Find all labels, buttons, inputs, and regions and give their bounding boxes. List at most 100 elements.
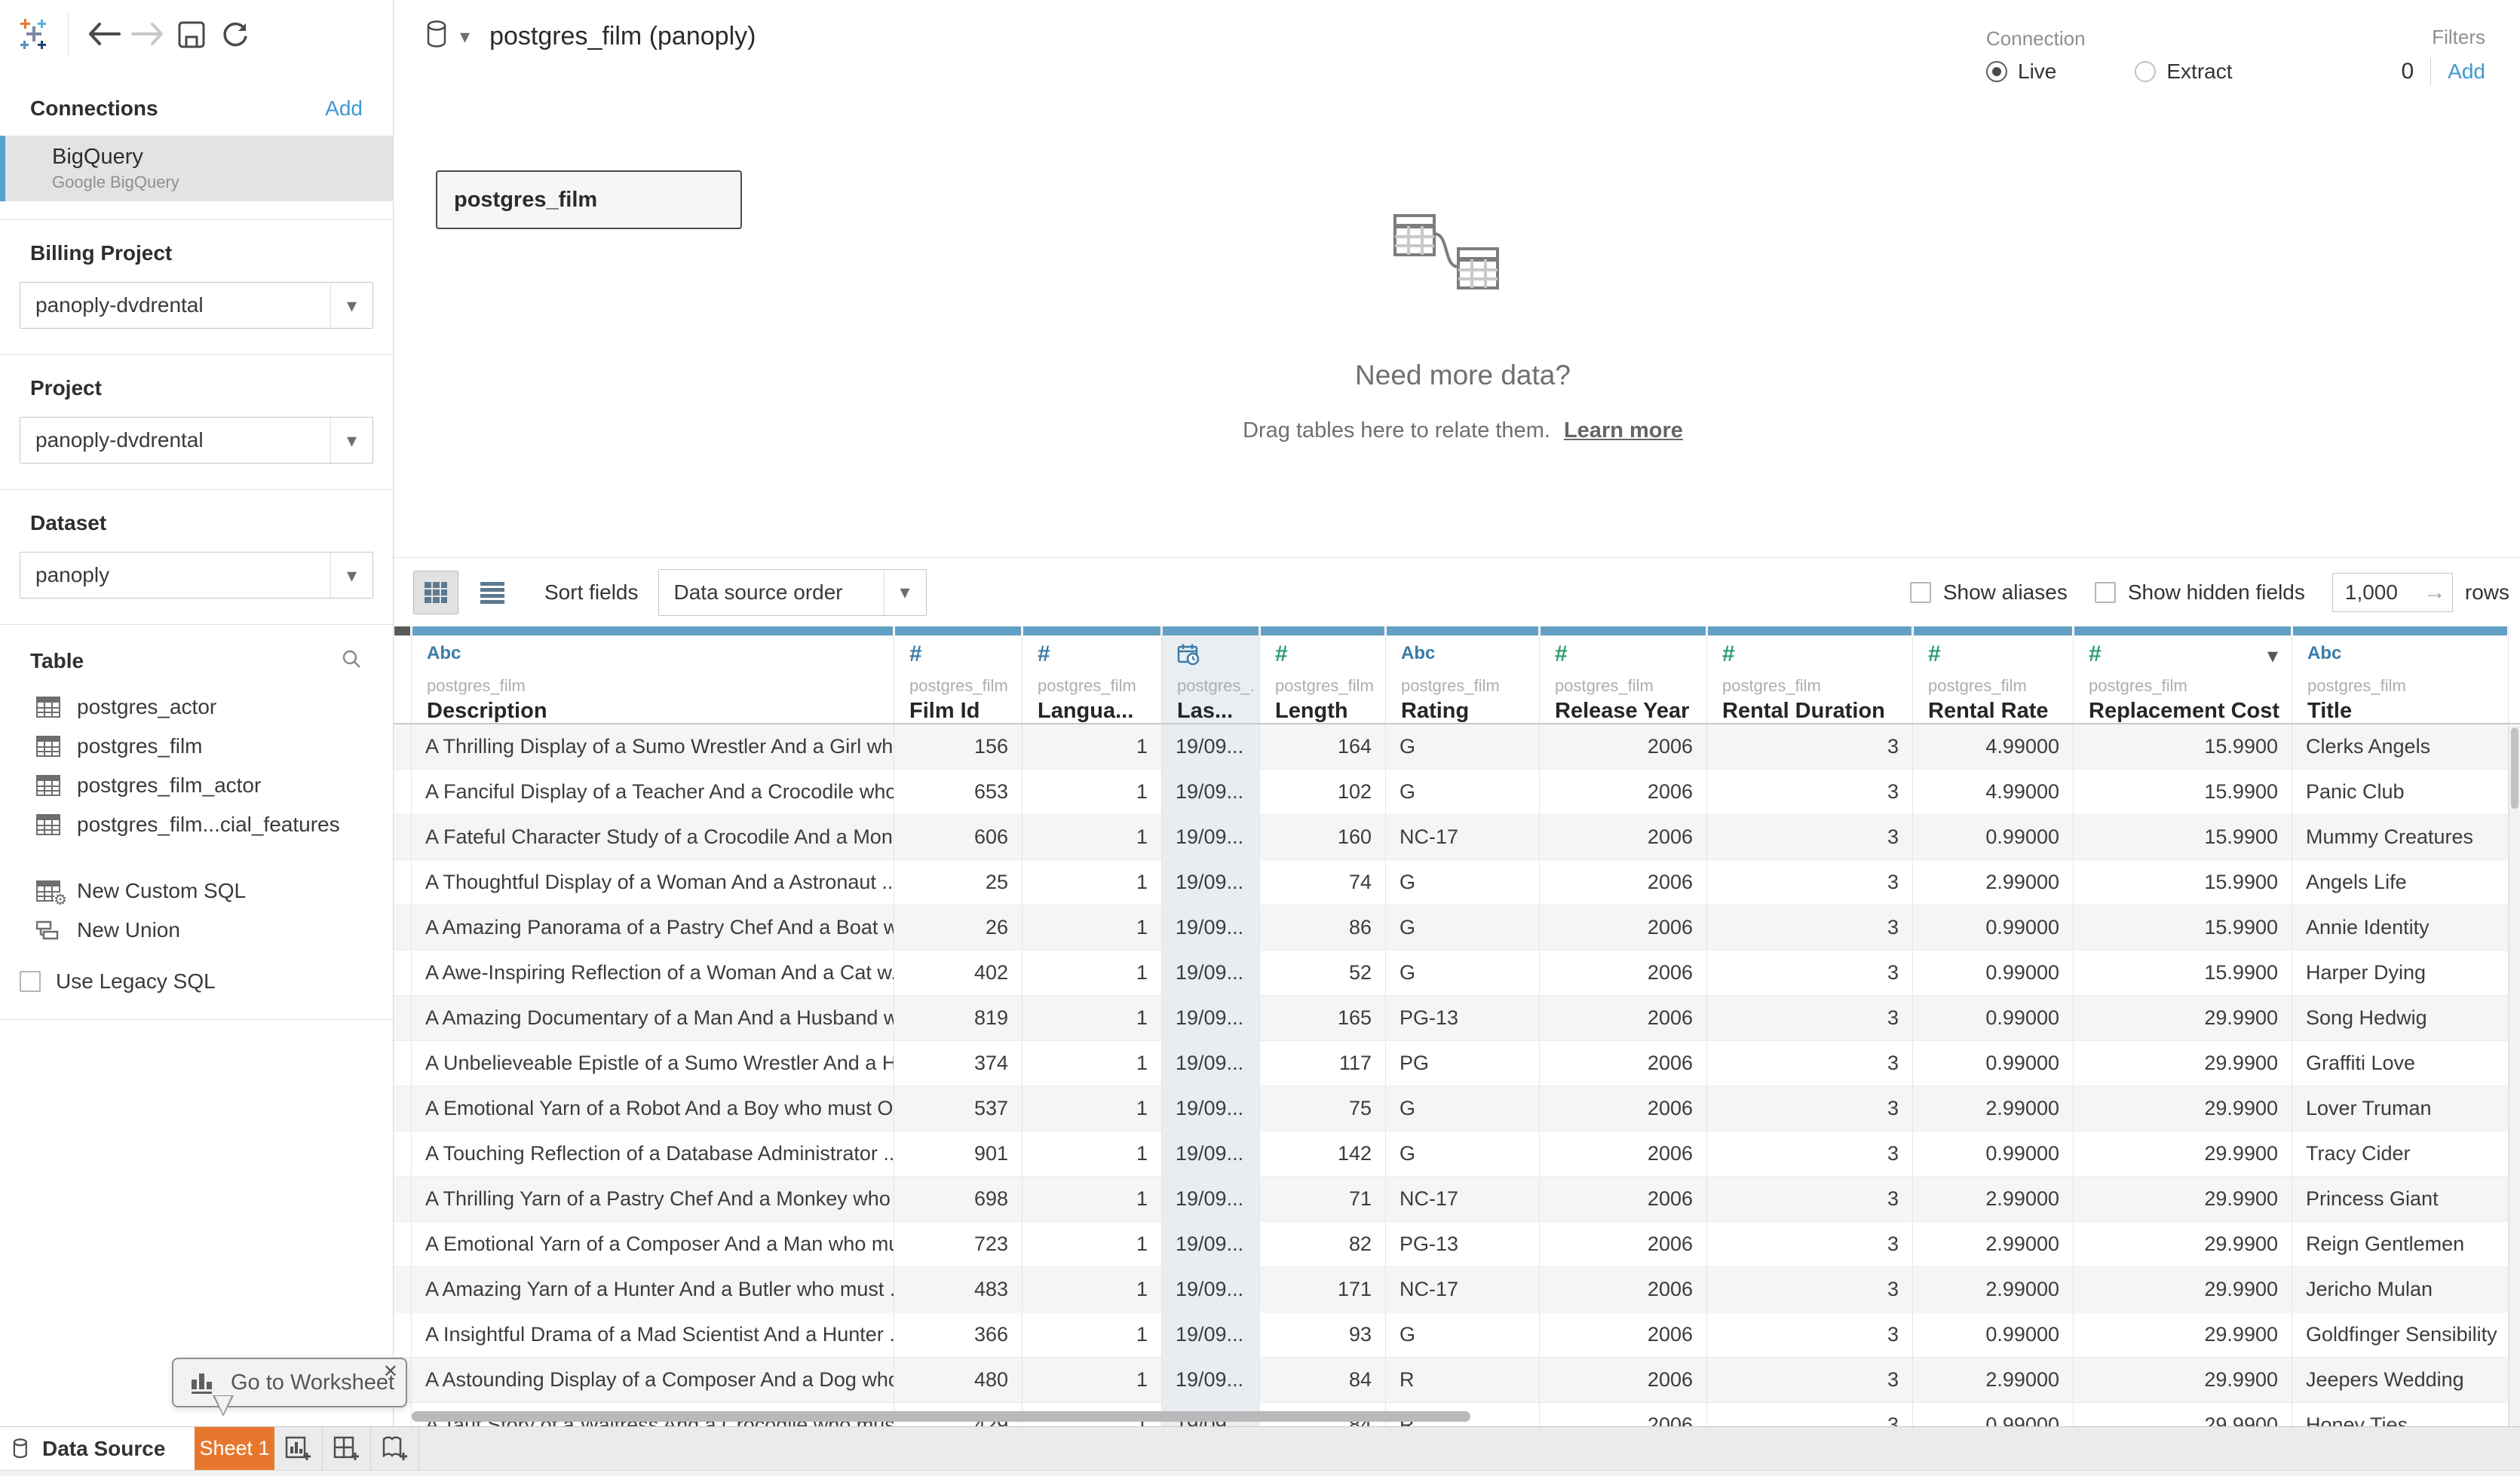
table-row[interactable]: A Amazing Yarn of a Hunter And a Butler …: [394, 1267, 2520, 1312]
use-legacy-sql-checkbox[interactable]: [20, 971, 41, 992]
undo-back-icon[interactable]: [82, 13, 126, 57]
column-header-title[interactable]: Abcpostgres_filmTitle: [2292, 626, 2509, 723]
live-radio[interactable]: Live: [1986, 60, 2056, 84]
billing-project-label: Billing Project: [20, 241, 373, 265]
apply-rows-arrow-icon[interactable]: [2417, 580, 2452, 605]
new-dashboard-button[interactable]: [323, 1427, 371, 1470]
tableau-data-source-window: Connections Add BigQuery Google BigQuery…: [0, 0, 2520, 1476]
row-gutter-cell: [394, 860, 412, 905]
billing-project-select[interactable]: panoply-dvdrental: [20, 282, 373, 329]
sort-order-caret[interactable]: [884, 570, 926, 615]
new-union-button[interactable]: New Union: [0, 911, 393, 950]
table-row[interactable]: A Insightful Drama of a Mad Scientist An…: [394, 1312, 2520, 1358]
database-icon[interactable]: [425, 20, 452, 54]
cell-title: Honey Ties: [2292, 1403, 2509, 1426]
project-caret[interactable]: [330, 418, 372, 463]
new-custom-sql-button[interactable]: ⚙ New Custom SQL: [0, 871, 393, 911]
horizontal-scrollbar-thumb[interactable]: [412, 1411, 1470, 1422]
dataset-select[interactable]: panoply: [20, 552, 373, 599]
row-count-input[interactable]: 1,000: [2332, 573, 2453, 612]
table-list-item-postgres_film...cial_features[interactable]: postgres_film...cial_features: [0, 805, 393, 844]
table-search-icon[interactable]: [340, 648, 363, 674]
table-section-header: Table: [0, 625, 393, 681]
add-connection-button[interactable]: Add: [325, 96, 363, 121]
cell-replacement-cost: 15.9900: [2074, 951, 2292, 996]
cell-last-update: 19/09...: [1162, 1267, 1260, 1312]
connection-item-bigquery[interactable]: BigQuery Google BigQuery: [0, 136, 393, 201]
empty-state-text: Drag tables here to relate them.: [1243, 418, 1550, 442]
data-source-tab[interactable]: Data Source: [0, 1427, 195, 1470]
table-icon-wrap: [36, 775, 60, 796]
column-type-row: #: [1275, 643, 1379, 670]
vertical-scrollbar-thumb[interactable]: [2511, 727, 2518, 809]
cell-length: 164: [1260, 724, 1386, 770]
table-row[interactable]: A Touching Reflection of a Database Admi…: [394, 1131, 2520, 1177]
column-header-inner: #postgres_filmLength: [1260, 635, 1385, 724]
row-gutter-cell: [394, 770, 412, 815]
row-gutter-cell: [394, 724, 412, 770]
tableau-logo-icon[interactable]: [12, 13, 56, 57]
column-header-inner: #postgres_filmLangua...: [1022, 635, 1161, 724]
vertical-scrollbar[interactable]: [2509, 726, 2520, 1426]
column-menu-caret-icon[interactable]: [2267, 643, 2278, 668]
column-header-length[interactable]: #postgres_filmLength: [1260, 626, 1386, 723]
cell-language-id: 1: [1022, 1312, 1162, 1358]
column-type-row: Abc: [427, 643, 888, 670]
table-row[interactable]: A Emotional Yarn of a Robot And a Boy wh…: [394, 1086, 2520, 1131]
table-list-item-postgres_actor[interactable]: postgres_actor: [0, 687, 393, 727]
column-header-last-update[interactable]: postgres_...Las...: [1162, 626, 1260, 723]
table-row[interactable]: A Fanciful Display of a Teacher And a Cr…: [394, 770, 2520, 815]
table-row[interactable]: A Thoughtful Display of a Woman And a As…: [394, 860, 2520, 905]
new-story-button[interactable]: [371, 1427, 419, 1470]
table-row[interactable]: A Amazing Panorama of a Pastry Chef And …: [394, 905, 2520, 951]
new-worksheet-button[interactable]: [274, 1427, 323, 1470]
refresh-icon[interactable]: [213, 13, 257, 57]
table-row[interactable]: A Thrilling Yarn of a Pastry Chef And a …: [394, 1177, 2520, 1222]
datasource-menu-caret-icon[interactable]: [460, 25, 470, 48]
table-list-item-postgres_film[interactable]: postgres_film: [0, 727, 393, 766]
table-row[interactable]: A Astounding Display of a Composer And a…: [394, 1358, 2520, 1403]
table-row[interactable]: A Unbelieveable Epistle of a Sumo Wrestl…: [394, 1041, 2520, 1086]
list-view-button[interactable]: [469, 571, 514, 614]
column-header-description[interactable]: Abcpostgres_filmDescription: [412, 626, 894, 723]
table-row[interactable]: A Thrilling Display of a Sumo Wrestler A…: [394, 724, 2520, 770]
filters-add-button[interactable]: Add: [2448, 60, 2485, 84]
project-select[interactable]: panoply-dvdrental: [20, 417, 373, 464]
table-row[interactable]: A Emotional Yarn of a Composer And a Man…: [394, 1222, 2520, 1267]
table-row[interactable]: A Awe-Inspiring Reflection of a Woman An…: [394, 951, 2520, 996]
save-icon[interactable]: [170, 13, 213, 57]
column-field-text: Title: [2307, 699, 2352, 724]
column-header-rental-rate[interactable]: #postgres_filmRental Rate: [1913, 626, 2074, 723]
content-area: Connections Add BigQuery Google BigQuery…: [0, 0, 2520, 1426]
column-header-rental-duration[interactable]: #postgres_filmRental Duration: [1707, 626, 1913, 723]
cell-film-id: 25: [894, 860, 1022, 905]
cell-film-id: 653: [894, 770, 1022, 815]
column-header-language-id[interactable]: #postgres_filmLangua...: [1022, 626, 1162, 723]
column-header-film-id[interactable]: #postgres_filmFilm Id: [894, 626, 1022, 723]
redo-forward-icon[interactable]: [126, 13, 170, 57]
connection-label: Connection: [1986, 27, 2233, 51]
tooltip-close-icon[interactable]: [383, 1361, 398, 1383]
billing-project-caret[interactable]: [330, 283, 372, 328]
table-row[interactable]: A Amazing Documentary of a Man And a Hus…: [394, 996, 2520, 1041]
sheet1-tab[interactable]: Sheet 1: [195, 1427, 274, 1470]
column-strip: [895, 626, 1021, 635]
show-hidden-checkbox[interactable]: [2095, 582, 2116, 603]
column-header-replacement-cost[interactable]: #postgres_filmReplacement Cost: [2074, 626, 2292, 723]
cell-replacement-cost: 29.9900: [2074, 1312, 2292, 1358]
grid-view-button[interactable]: [413, 571, 458, 614]
column-strip: [1541, 626, 1706, 635]
row-gutter-cell: [394, 1312, 412, 1358]
empty-state-subtitle: Drag tables here to relate them. Learn m…: [1161, 418, 1764, 443]
column-header-rating[interactable]: Abcpostgres_filmRating: [1386, 626, 1540, 723]
show-aliases-checkbox[interactable]: [1910, 582, 1931, 603]
sort-order-select[interactable]: Data source order: [658, 569, 927, 616]
table-list-item-postgres_film_actor[interactable]: postgres_film_actor: [0, 766, 393, 805]
logical-table-postgres-film[interactable]: postgres_film: [436, 170, 742, 229]
go-to-worksheet-tooltip[interactable]: Go to Worksheet: [172, 1358, 407, 1407]
learn-more-link[interactable]: Learn more: [1564, 418, 1683, 442]
extract-radio[interactable]: Extract: [2135, 60, 2232, 84]
dataset-caret[interactable]: [330, 553, 372, 598]
column-header-release-year[interactable]: #postgres_filmRelease Year: [1540, 626, 1707, 723]
table-row[interactable]: A Fateful Character Study of a Crocodile…: [394, 815, 2520, 860]
